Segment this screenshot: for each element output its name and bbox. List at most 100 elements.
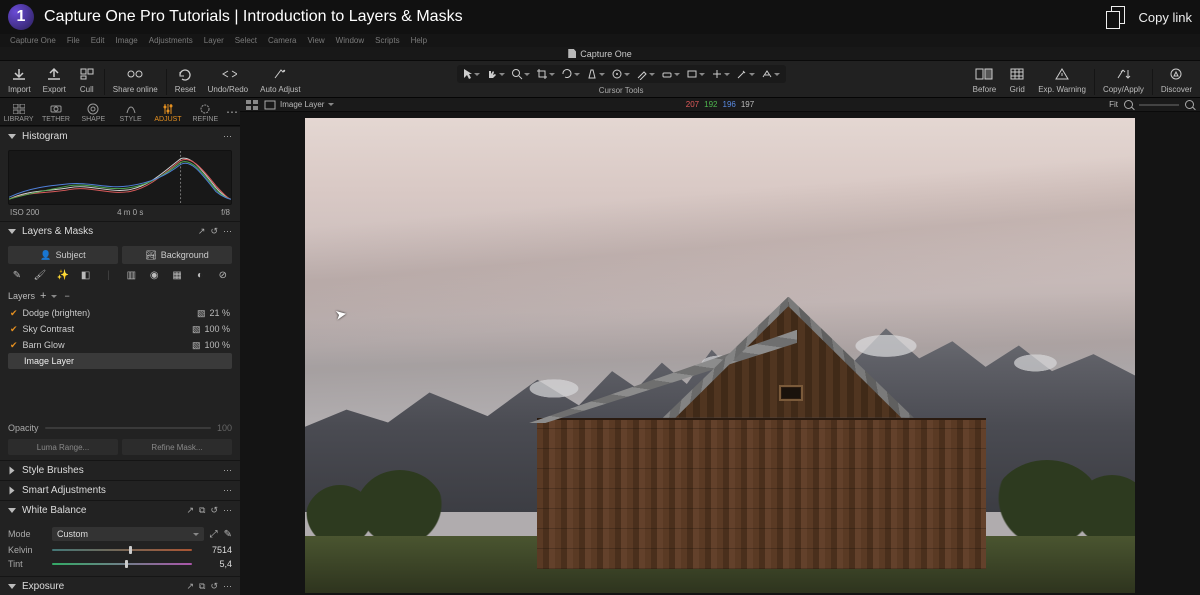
menu-item[interactable]: Capture One [10, 36, 56, 45]
tool-icon[interactable]: ↗ [198, 226, 206, 237]
white-balance-header[interactable]: White Balance ↗⧉↺⋯ [0, 500, 240, 520]
wb-mode-select[interactable]: Custom [52, 527, 204, 541]
erase-tool-icon[interactable]: ◧ [79, 270, 93, 281]
invert-mask-icon[interactable]: ◐ [193, 270, 207, 281]
zoom-slider[interactable] [1139, 104, 1179, 106]
cursor-rotate-tool[interactable] [561, 68, 580, 80]
discover-button[interactable]: Discover [1161, 65, 1192, 94]
tab-refine[interactable]: REFINE [187, 101, 224, 123]
menu-item[interactable]: Edit [91, 36, 105, 45]
tabs-more-icon[interactable]: ⋯ [224, 105, 240, 119]
cull-button[interactable]: Cull [78, 65, 96, 94]
layer-row[interactable]: ✔ Dodge (brighten) ▧21 % [8, 305, 232, 321]
radial-gradient-icon[interactable]: ◉ [147, 270, 161, 281]
menu-item[interactable]: Help [411, 36, 427, 45]
more-icon[interactable]: ⋯ [223, 226, 232, 237]
tab-library[interactable]: LIBRARY [0, 101, 37, 123]
check-icon[interactable]: ✔ [10, 308, 18, 319]
auto-adjust-button[interactable]: Auto Adjust [260, 65, 300, 94]
copy-link-label[interactable]: Copy link [1139, 10, 1192, 25]
copy-icon[interactable]: ⧉ [199, 581, 205, 592]
menu-item[interactable]: Camera [268, 36, 296, 45]
menu-item[interactable]: Scripts [375, 36, 399, 45]
histogram-header[interactable]: Histogram ⋯ [0, 126, 240, 146]
check-icon[interactable]: ✔ [10, 340, 18, 351]
smart-adjustments-header[interactable]: Smart Adjustments ⋯ [0, 480, 240, 500]
zoom-icon[interactable] [1185, 100, 1194, 109]
luma-range-button[interactable]: Luma Range... [8, 439, 118, 455]
export-button[interactable]: Export [43, 65, 66, 94]
kelvin-slider[interactable] [52, 549, 192, 551]
layers-masks-header[interactable]: Layers & Masks ↗ ↺ ⋯ [0, 221, 240, 241]
cursor-spot-tool[interactable] [611, 68, 630, 80]
brush-tool-icon[interactable]: 🖌 [33, 270, 47, 281]
cursor-brush-tool[interactable] [636, 68, 655, 80]
layer-row[interactable]: ✔ Barn Glow ▧100 % [8, 337, 232, 353]
linear-gradient-icon[interactable]: ▥ [124, 270, 138, 281]
more-icon[interactable]: ⋯ [223, 131, 232, 142]
opacity-slider[interactable] [45, 427, 211, 429]
tool-icon[interactable]: ↗ [186, 505, 194, 516]
tab-adjust[interactable]: ADJUST [149, 101, 186, 123]
grid-button[interactable]: Grid [1008, 65, 1026, 94]
layer-row[interactable]: Image Layer [8, 353, 232, 369]
style-brushes-header[interactable]: Style Brushes ⋯ [0, 460, 240, 480]
copy-icon[interactable]: ⧉ [199, 505, 205, 516]
menu-item[interactable]: File [67, 36, 80, 45]
more-icon[interactable]: ⋯ [223, 505, 232, 516]
cursor-pointer-tool[interactable] [463, 68, 480, 80]
zoom-icon[interactable] [1124, 100, 1133, 109]
import-button[interactable]: Import [8, 65, 31, 94]
thumbnails-grid-icon[interactable] [246, 100, 258, 110]
cursor-heal-tool[interactable] [711, 68, 730, 80]
cursor-picker-tool[interactable] [736, 68, 755, 80]
reset-button[interactable]: Reset [175, 65, 196, 94]
exposure-warning-button[interactable]: Exp. Warning [1038, 65, 1086, 94]
fill-mask-icon[interactable]: ▦ [170, 270, 184, 281]
cursor-keystone-tool[interactable] [586, 68, 605, 80]
reset-icon[interactable]: ↺ [210, 505, 218, 516]
cursor-crop-tool[interactable] [536, 68, 555, 80]
menu-item[interactable]: Select [235, 36, 257, 45]
background-mask-button[interactable]: 🏞Background [122, 246, 232, 264]
menu-item[interactable]: Image [116, 36, 138, 45]
menu-item[interactable]: Adjustments [149, 36, 193, 45]
cursor-annotation-tool[interactable] [761, 68, 780, 80]
copy-apply-button[interactable]: Copy/Apply [1103, 65, 1144, 94]
tool-icon[interactable]: ↗ [186, 581, 194, 592]
tab-tether[interactable]: TETHER [37, 101, 74, 123]
tint-slider[interactable] [52, 563, 192, 565]
more-icon[interactable]: ⋯ [223, 485, 232, 496]
more-icon[interactable]: ⋯ [223, 465, 232, 476]
reset-icon[interactable]: ↺ [210, 581, 218, 592]
subject-mask-button[interactable]: 👤Subject [8, 246, 118, 264]
eyedropper-icon[interactable]: ⤢ [210, 529, 218, 540]
share-online-button[interactable]: Share online [113, 65, 158, 94]
cursor-loupe-tool[interactable] [511, 68, 530, 80]
layer-row[interactable]: ✔ Sky Contrast ▧100 % [8, 321, 232, 337]
cursor-erase-tool[interactable] [661, 68, 680, 80]
exposure-header[interactable]: Exposure ↗⧉↺⋯ [0, 576, 240, 595]
menu-item[interactable]: Layer [204, 36, 224, 45]
tab-shape[interactable]: SHAPE [75, 101, 112, 123]
delete-layer-icon[interactable]: − [64, 291, 69, 301]
tab-style[interactable]: STYLE [112, 101, 149, 123]
picker-tool-icon[interactable]: ✎ [10, 270, 24, 281]
reset-icon[interactable]: ↺ [210, 226, 218, 237]
menu-item[interactable]: Window [336, 36, 364, 45]
more-icon[interactable]: ⋯ [223, 581, 232, 592]
picker-icon[interactable]: ✎ [224, 529, 232, 540]
magic-brush-icon[interactable]: ✨ [56, 270, 70, 281]
cursor-gradient-tool[interactable] [686, 68, 705, 80]
add-layer-icon[interactable]: + [40, 290, 46, 302]
undo-redo-button[interactable]: Undo/Redo [208, 65, 248, 94]
cursor-hand-tool[interactable] [486, 68, 505, 80]
before-after-button[interactable]: Before [973, 65, 997, 94]
refine-mask-button[interactable]: Refine Mask... [122, 439, 232, 455]
clear-mask-icon[interactable]: ⊘ [216, 270, 230, 281]
copy-link-icon[interactable] [1107, 6, 1125, 28]
zoom-fit-button[interactable]: Fit [1109, 100, 1118, 109]
image-viewer[interactable]: ➤ [240, 112, 1200, 595]
menu-item[interactable]: View [307, 36, 324, 45]
check-icon[interactable]: ✔ [10, 324, 18, 335]
